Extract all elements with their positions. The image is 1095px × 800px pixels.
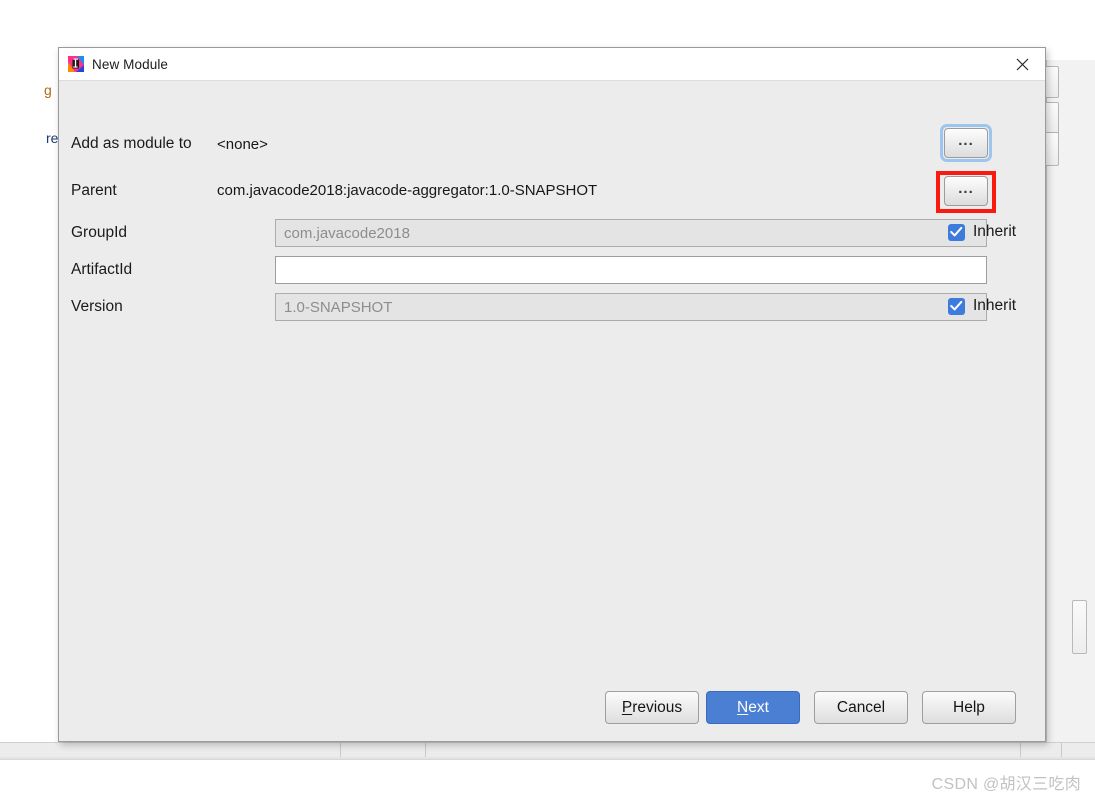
dialog-footer: Previous Next Cancel Help xyxy=(59,679,1045,741)
checkbox-checked-icon xyxy=(948,297,965,315)
background-status-cell-4 xyxy=(1021,743,1062,757)
parent-label: Parent xyxy=(71,182,117,199)
add-as-module-to-label: Add as module to xyxy=(71,135,192,152)
version-inherit-checkbox[interactable]: Inherit xyxy=(948,297,1016,315)
background-status-cell-3 xyxy=(426,743,1021,757)
help-button[interactable]: Help xyxy=(922,691,1016,724)
group-id-input[interactable]: com.javacode2018 xyxy=(275,219,987,247)
cancel-button[interactable]: Cancel xyxy=(814,691,908,724)
close-icon[interactable] xyxy=(999,48,1045,80)
ellipsis-icon: ... xyxy=(958,179,974,197)
background-scrollbar-thumb[interactable] xyxy=(1072,600,1087,654)
group-id-label: GroupId xyxy=(71,224,128,241)
previous-button-label: Previous xyxy=(622,699,682,717)
group-id-inherit-checkbox[interactable]: Inherit xyxy=(948,223,1016,241)
previous-suffix: revious xyxy=(632,698,683,716)
add-as-module-to-value: <none> xyxy=(217,136,268,153)
checkbox-checked-icon xyxy=(948,223,965,241)
dialog-title-bar: New Module xyxy=(59,48,1045,81)
next-mnemonic: N xyxy=(737,698,749,716)
new-module-dialog: New Module Add as module to <none> ... P… xyxy=(58,47,1046,742)
next-button[interactable]: Next xyxy=(706,691,800,724)
dialog-body: Add as module to <none> ... Parent com.j… xyxy=(59,81,1045,741)
background-status-cell-5 xyxy=(1062,743,1095,757)
version-inherit-label: Inherit xyxy=(973,297,1017,314)
group-id-inherit-label: Inherit xyxy=(973,223,1017,240)
parent-browse-button[interactable]: ... xyxy=(944,176,988,206)
artifact-id-input[interactable] xyxy=(275,256,987,284)
intellij-idea-icon xyxy=(68,56,84,72)
csdn-watermark: CSDN @胡汉三吃肉 xyxy=(931,776,1081,793)
dialog-title: New Module xyxy=(92,56,169,72)
background-status-cell-2 xyxy=(341,743,426,757)
next-suffix: ext xyxy=(748,698,769,716)
next-button-label: Next xyxy=(737,699,769,717)
version-input[interactable]: 1.0-SNAPSHOT xyxy=(275,293,987,321)
background-left-panel xyxy=(0,60,61,742)
ellipsis-icon: ... xyxy=(958,131,974,149)
previous-mnemonic: P xyxy=(621,698,633,716)
parent-value: com.javacode2018:javacode-aggregator:1.0… xyxy=(217,182,598,199)
artifact-id-label: ArtifactId xyxy=(71,261,133,278)
previous-button[interactable]: Previous xyxy=(605,691,699,724)
version-label: Version xyxy=(71,298,123,315)
add-as-module-to-browse-button[interactable]: ... xyxy=(944,128,988,158)
background-status-cell-1 xyxy=(0,743,341,757)
